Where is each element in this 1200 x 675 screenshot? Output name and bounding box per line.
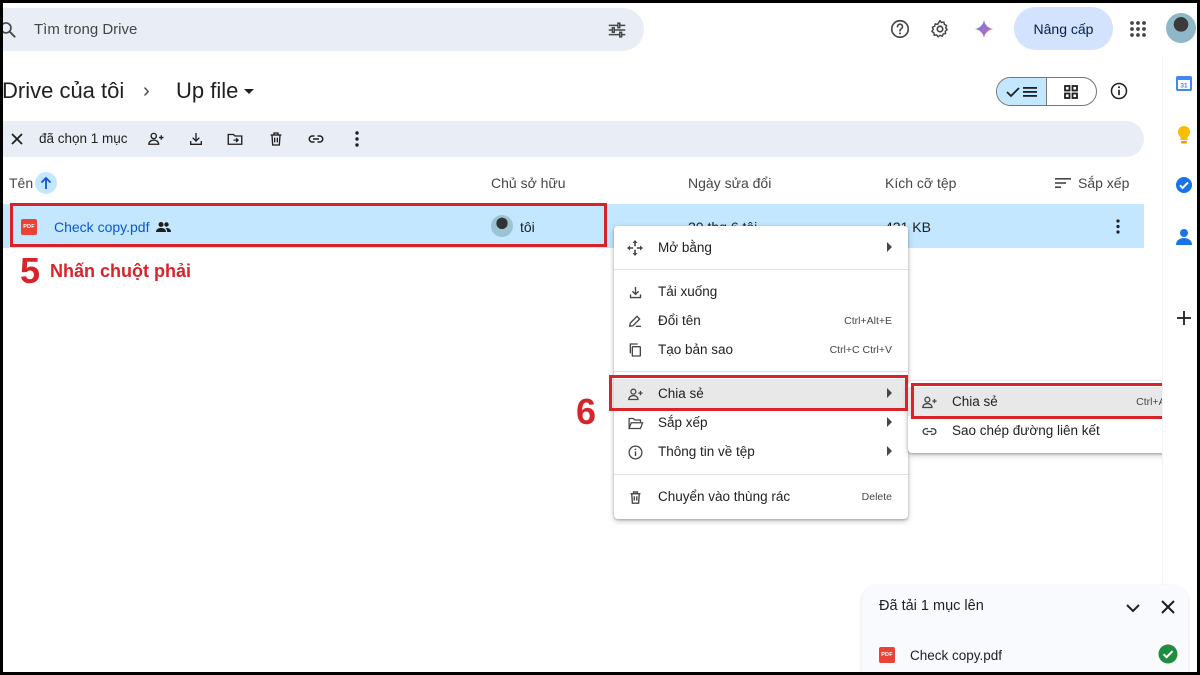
menu-item-label: Đổi tên xyxy=(658,313,701,328)
menu-item-rename[interactable]: Đổi tên Ctrl+Alt+E xyxy=(614,306,908,335)
menu-item-shortcut: Delete xyxy=(861,491,892,503)
gemini-sparkle-icon[interactable] xyxy=(964,9,1004,49)
uploaded-file-name[interactable]: Check copy.pdf xyxy=(910,648,1002,663)
step5-label: Nhấn chuột phải xyxy=(50,261,191,281)
move-arrows-icon xyxy=(626,239,644,257)
sort-options-icon[interactable] xyxy=(1055,176,1071,194)
menu-item-label: Thông tin về tệp xyxy=(658,444,755,459)
account-avatar[interactable] xyxy=(1166,13,1196,43)
search-icon[interactable] xyxy=(0,20,18,45)
selection-count: đã chọn 1 mục xyxy=(39,131,128,146)
column-header-size[interactable]: Kích cỡ tệp xyxy=(885,175,956,191)
column-header-owner[interactable]: Chủ sở hữu xyxy=(491,175,566,191)
menu-item-download[interactable]: Tải xuống xyxy=(614,277,908,306)
breadcrumb-current-folder[interactable]: Up file xyxy=(176,78,255,104)
add-plus-icon[interactable] xyxy=(1174,308,1194,328)
folder-open-icon xyxy=(626,414,644,432)
upload-status-panel: Đã tải 1 mục lên PDF Check copy.pdf xyxy=(862,585,1188,675)
contacts-icon[interactable] xyxy=(1174,227,1194,247)
upload-panel-title: Đã tải 1 mục lên xyxy=(879,598,984,614)
step6-number: 6 xyxy=(576,391,597,432)
more-actions-icon[interactable] xyxy=(347,129,367,149)
trash-icon[interactable] xyxy=(266,129,286,149)
apps-grid-icon[interactable] xyxy=(1118,9,1158,49)
menu-item-label: Sao chép đường liên kết xyxy=(952,423,1100,438)
breadcrumb-current-label: Up file xyxy=(176,78,239,103)
menu-item-file-info[interactable]: Thông tin về tệp xyxy=(614,437,908,466)
help-icon[interactable] xyxy=(880,9,920,49)
row-more-icon[interactable] xyxy=(1116,219,1120,239)
copy-icon xyxy=(626,341,644,359)
column-header-modified[interactable]: Ngày sửa đổi xyxy=(688,175,771,191)
link-icon xyxy=(920,422,938,440)
clear-selection-close-icon[interactable] xyxy=(7,129,27,149)
settings-gear-icon[interactable] xyxy=(920,9,960,49)
context-menu: Mở bằng Tải xuống Đổi tên Ctrl+Alt+E Tạo… xyxy=(614,226,908,519)
menu-item-organize[interactable]: Sắp xếp xyxy=(614,408,908,437)
step5-number: 5 xyxy=(20,250,41,291)
menu-divider xyxy=(614,371,908,372)
grid-view-button[interactable] xyxy=(1047,78,1097,105)
svg-text:31: 31 xyxy=(1180,83,1188,90)
collapse-chevron-icon[interactable] xyxy=(1125,600,1141,621)
keep-bulb-icon[interactable] xyxy=(1174,125,1194,145)
menu-divider xyxy=(614,269,908,270)
menu-item-make-copy[interactable]: Tạo bản sao Ctrl+C Ctrl+V xyxy=(614,335,908,364)
selection-toolbar: đã chọn 1 mục xyxy=(0,121,1144,157)
trash-icon xyxy=(626,488,644,506)
menu-item-open-with[interactable]: Mở bằng xyxy=(614,233,908,262)
upload-complete-check-icon xyxy=(1158,644,1178,669)
side-panel xyxy=(1162,57,1200,675)
move-to-folder-icon[interactable] xyxy=(225,129,245,149)
tasks-icon[interactable] xyxy=(1174,175,1194,195)
list-view-button[interactable] xyxy=(997,78,1047,105)
rename-pencil-icon xyxy=(626,312,644,330)
search-input[interactable] xyxy=(34,18,554,40)
copy-link-icon[interactable] xyxy=(306,129,326,149)
share-person-add-icon[interactable] xyxy=(146,129,166,149)
menu-item-label: Mở bằng xyxy=(658,240,712,255)
submenu-arrow-icon xyxy=(887,417,892,427)
close-icon[interactable] xyxy=(1161,600,1175,619)
check-icon xyxy=(1006,86,1020,97)
info-icon xyxy=(626,443,644,461)
menu-item-label: Tải xuống xyxy=(658,284,718,299)
sort-ascending-icon[interactable] xyxy=(35,172,57,194)
download-icon xyxy=(626,283,644,301)
search-bar[interactable] xyxy=(0,8,644,51)
menu-item-shortcut: Ctrl+Alt+E xyxy=(844,315,892,327)
menu-item-shortcut: Ctrl+C Ctrl+V xyxy=(829,344,892,356)
sort-options-label[interactable]: Sắp xếp xyxy=(1078,175,1129,191)
search-options-icon[interactable] xyxy=(606,19,628,46)
details-info-icon[interactable] xyxy=(1109,81,1129,106)
step7-highlight-box xyxy=(911,383,1186,419)
step5-highlight-box xyxy=(10,203,607,247)
column-header-name[interactable]: Tên xyxy=(9,175,33,191)
menu-item-label: Chuyển vào thùng rác xyxy=(658,489,791,504)
step6-highlight-box xyxy=(609,375,908,411)
menu-item-label: Tạo bản sao xyxy=(658,342,734,357)
list-icon xyxy=(1022,86,1037,97)
menu-item-move-to-trash[interactable]: Chuyển vào thùng rác Delete xyxy=(614,482,908,511)
upgrade-button[interactable]: Nâng cấp xyxy=(1014,7,1113,50)
download-icon[interactable] xyxy=(186,129,206,149)
menu-item-label: Sắp xếp xyxy=(658,415,708,430)
view-toggle[interactable] xyxy=(996,77,1097,106)
caret-down-icon xyxy=(244,89,255,94)
menu-divider xyxy=(614,474,908,475)
calendar-icon[interactable]: 31 xyxy=(1174,73,1194,93)
pdf-file-icon: PDF xyxy=(879,647,895,663)
submenu-item-copy-link[interactable]: Sao chép đường liên kết xyxy=(908,416,1198,445)
submenu-arrow-icon xyxy=(887,242,892,252)
grid-icon xyxy=(1064,84,1079,99)
submenu-arrow-icon xyxy=(887,446,892,456)
breadcrumb-separator: › xyxy=(143,80,150,102)
breadcrumb-root[interactable]: Drive của tôi xyxy=(2,78,124,104)
